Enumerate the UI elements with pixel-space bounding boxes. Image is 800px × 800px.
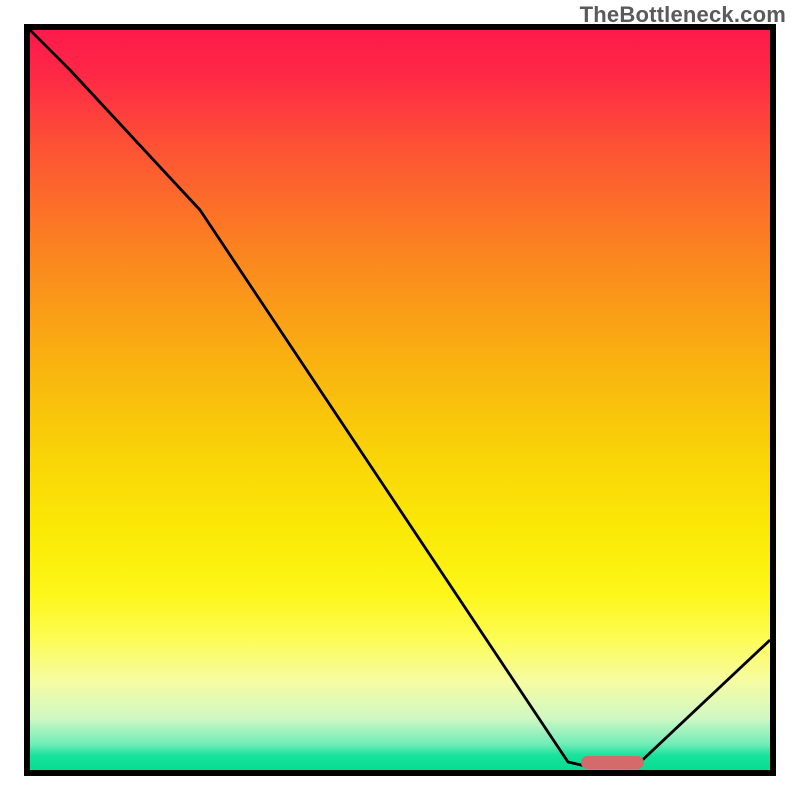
optimum-marker — [581, 756, 644, 769]
bottleneck-curve — [30, 30, 770, 767]
curve-layer — [30, 30, 770, 770]
plot-frame — [24, 24, 776, 776]
chart-container: TheBottleneck.com — [0, 0, 800, 800]
